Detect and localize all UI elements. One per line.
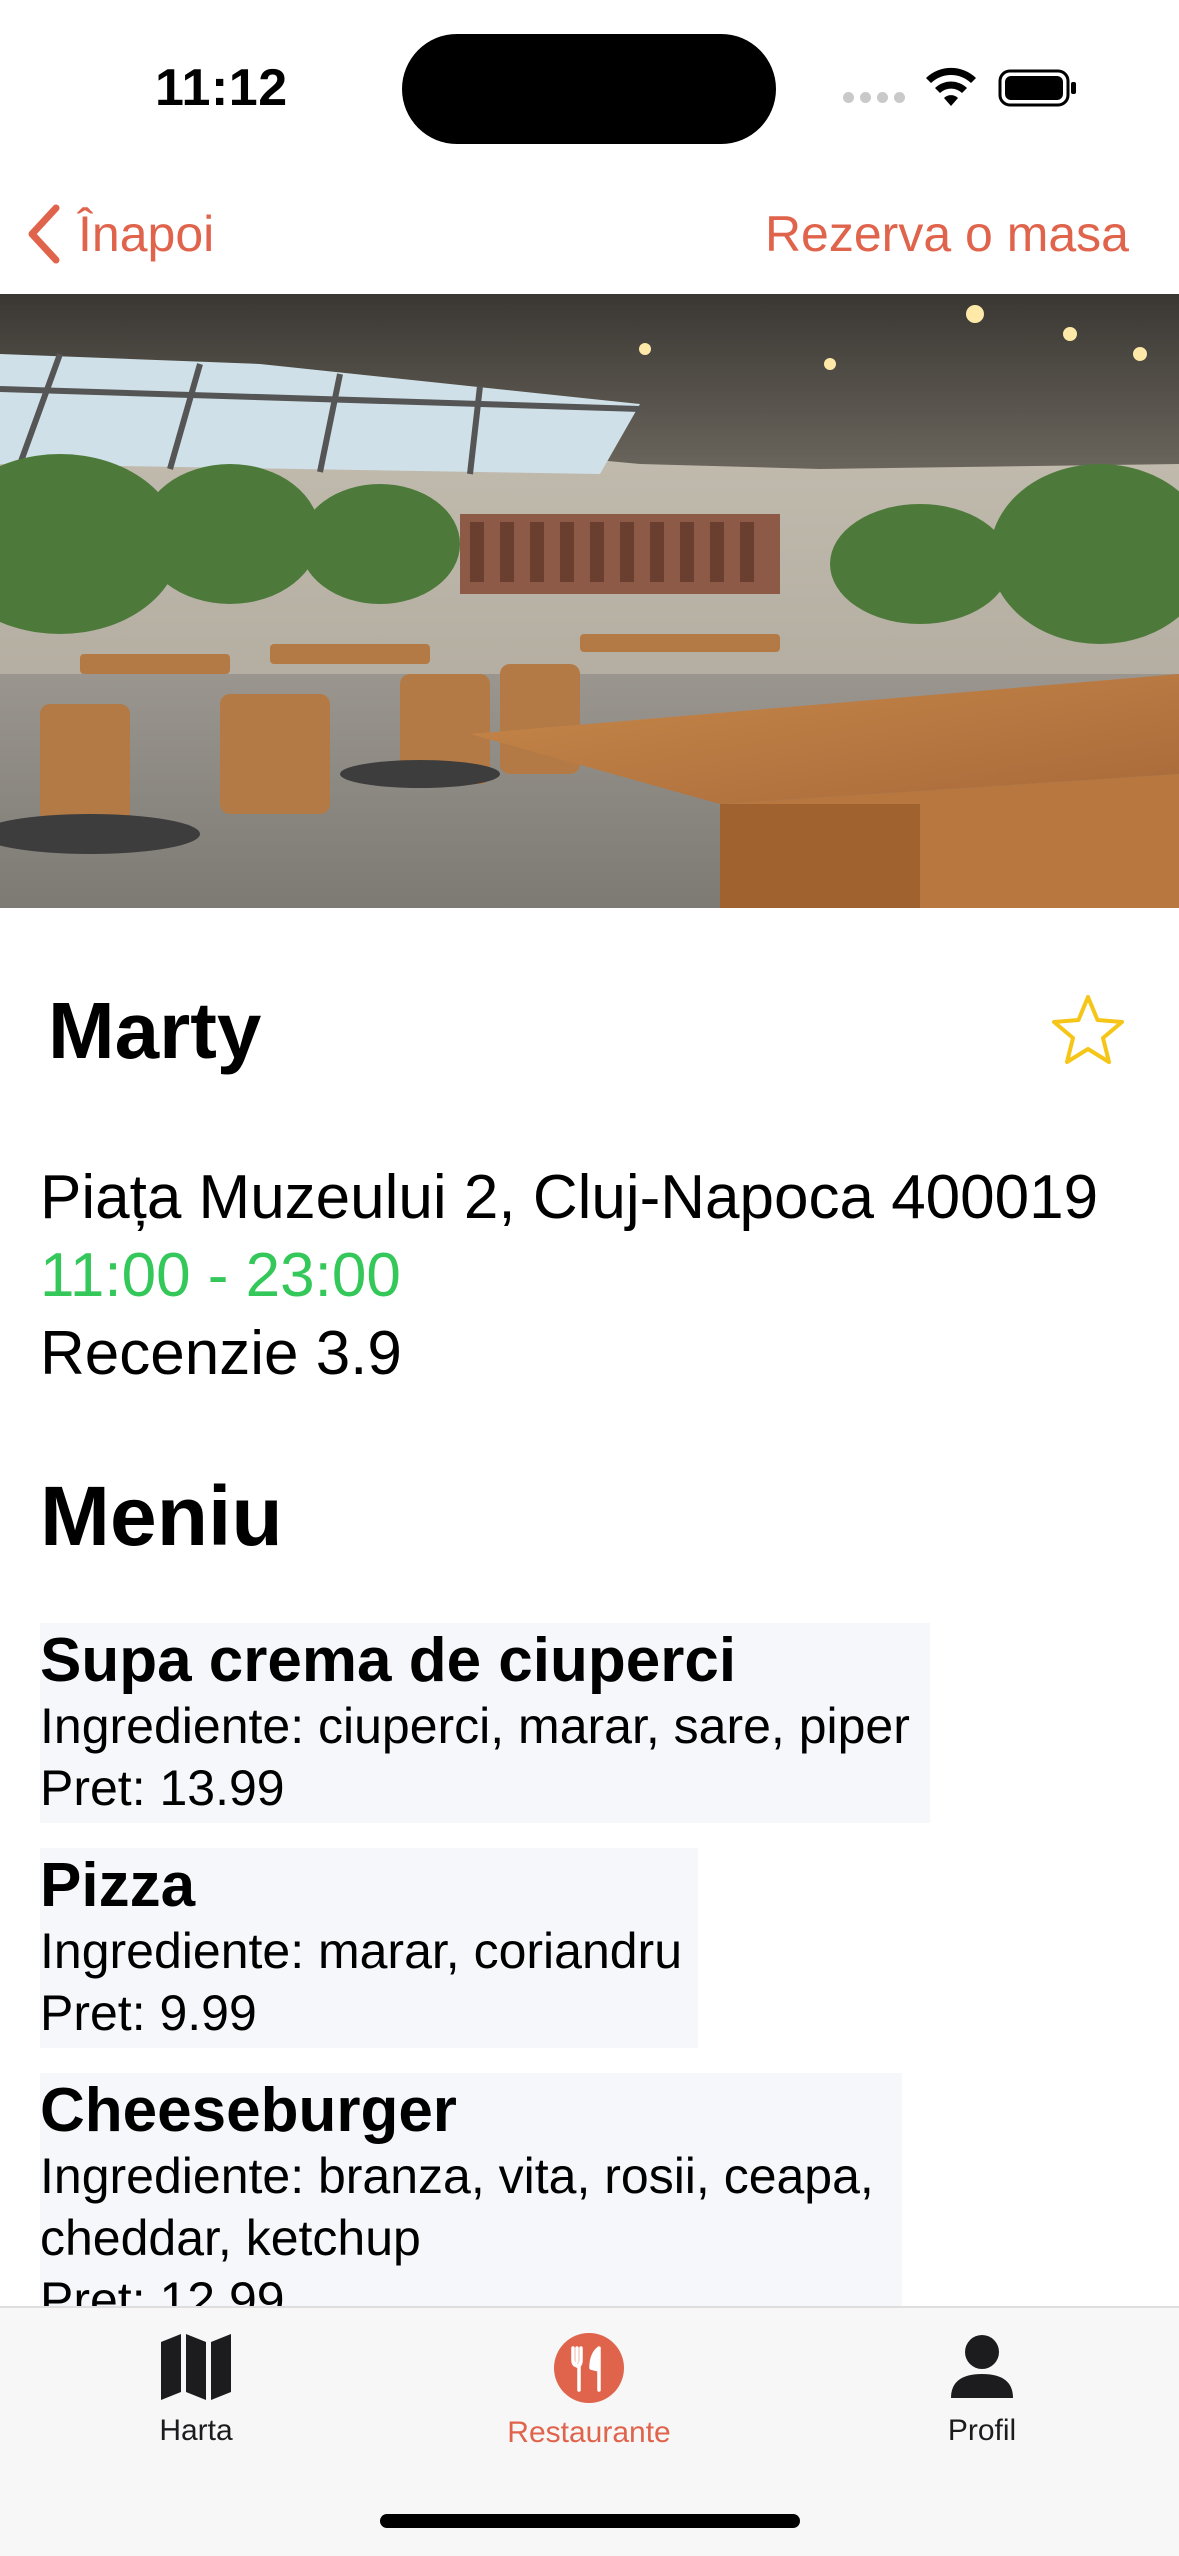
battery-icon: [998, 69, 1076, 107]
restaurant-address: Piața Muzeului 2, Cluj-Napoca 400019: [40, 1163, 1099, 1232]
menu-item-name: Supa crema de ciuperci: [40, 1626, 737, 1695]
menu-item: Supa crema de ciuperci Ingrediente: ciup…: [40, 1623, 930, 1823]
restaurant-photo: [0, 294, 1179, 908]
tab-label-harta: Harta: [159, 2414, 233, 2447]
person-icon: [951, 2335, 1013, 2398]
cellular-signal-icon: [843, 92, 907, 104]
dynamic-island: [402, 34, 776, 144]
back-button[interactable]: Înapoi: [24, 194, 214, 274]
status-time: 11:12: [155, 59, 288, 117]
navigation-bar: Înapoi Rezerva o masa: [0, 180, 1179, 295]
status-bar: 11:12: [0, 0, 1179, 160]
tab-label-profil: Profil: [947, 2414, 1017, 2447]
menu-item: Cheeseburger Ingrediente: branza, vita, …: [40, 2073, 902, 2335]
restaurant-rating: Recenzie 3.9: [40, 1319, 402, 1388]
tab-profil[interactable]: Profil: [862, 2332, 1102, 2482]
tab-label-restaurante: Restaurante: [507, 2416, 671, 2449]
menu-item: Pizza Ingrediente: marar, coriandru Pret…: [40, 1848, 698, 2048]
favorite-star-icon[interactable]: [1050, 992, 1126, 1068]
map-icon: [161, 2334, 231, 2400]
menu-heading: Meniu: [40, 1469, 283, 1563]
fork-knife-icon: [554, 2333, 624, 2403]
menu-item-name: Cheeseburger: [40, 2076, 457, 2145]
menu-item-price: Pret: 9.99: [40, 1985, 257, 2041]
menu-item-ingredients: Ingrediente: ciuperci, marar, sare, pipe…: [40, 1698, 910, 1754]
menu-item-ingredients: Ingrediente: marar, coriandru: [40, 1923, 683, 1979]
reserve-table-button[interactable]: Rezerva o masa: [765, 194, 1129, 274]
chevron-left-icon: [28, 204, 60, 264]
opening-hours: 11:00 - 23:00: [40, 1241, 401, 1310]
tab-restaurante[interactable]: Restaurante: [469, 2332, 709, 2482]
restaurant-name: Marty: [48, 986, 262, 1075]
wifi-icon: [926, 67, 976, 106]
menu-item-price: Pret: 13.99: [40, 1760, 285, 1816]
tab-harta[interactable]: Harta: [76, 2332, 316, 2482]
home-indicator: [380, 2514, 800, 2528]
menu-item-ingredients: Ingrediente: branza, vita, rosii, ceapa,…: [40, 2148, 874, 2266]
back-label: Înapoi: [78, 206, 215, 262]
menu-item-name: Pizza: [40, 1851, 196, 1920]
